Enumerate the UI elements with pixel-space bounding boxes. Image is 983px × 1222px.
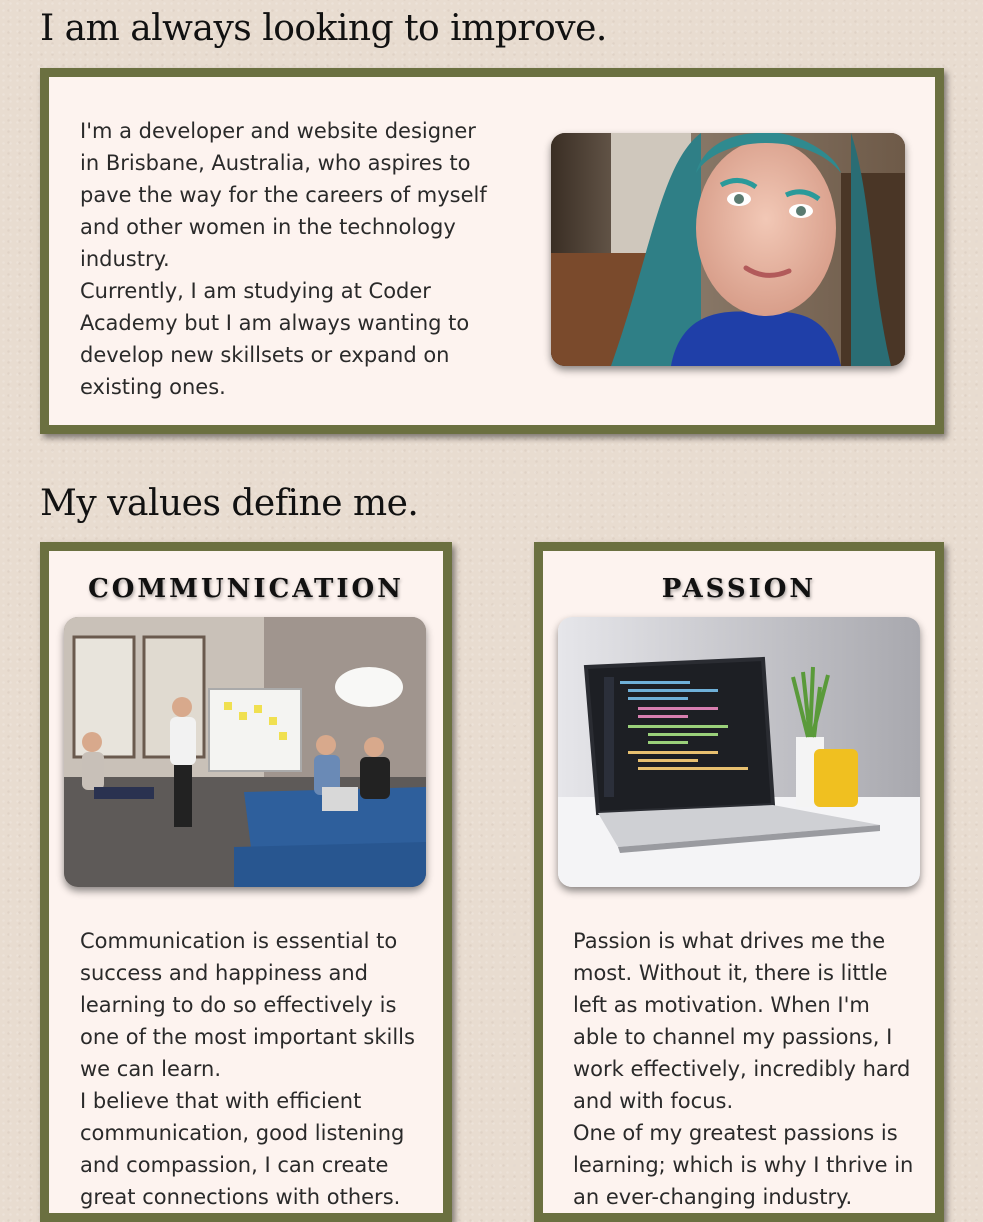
communication-card: COMMUNICATION Communication is essential… (40, 542, 452, 1222)
card-title: COMMUNICATION (88, 574, 404, 604)
about-text: I'm a developer and website designer in … (80, 115, 500, 403)
card-paragraph: I believe that with efficient communicat… (80, 1089, 405, 1209)
card-paragraph: Passion is what drives me the most. With… (573, 929, 911, 1113)
communication-text: Communication is essential to success an… (80, 925, 420, 1213)
about-paragraph: Currently, I am studying at Coder Academ… (80, 279, 470, 399)
card-paragraph: Communication is essential to success an… (80, 929, 415, 1081)
about-paragraph: I'm a developer and website designer in … (80, 119, 487, 271)
about-panel: I'm a developer and website designer in … (40, 68, 944, 434)
passion-text: Passion is what drives me the most. With… (573, 925, 918, 1213)
card-paragraph: One of my greatest passions is learning;… (573, 1121, 914, 1209)
about-heading: I am always looking to improve. (40, 8, 607, 49)
card-title: PASSION (661, 574, 817, 604)
meeting-photo (64, 617, 426, 887)
profile-photo (551, 133, 905, 366)
laptop-photo (558, 617, 920, 887)
values-heading: My values define me. (40, 483, 419, 524)
passion-card: PASSION Passion is what drives me the mo… (534, 542, 944, 1222)
